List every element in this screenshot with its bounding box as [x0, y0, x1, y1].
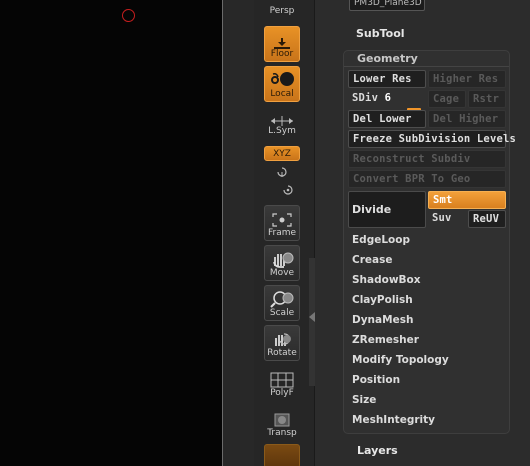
divide-button[interactable]: Divide	[348, 191, 426, 228]
transp-button[interactable]: Transp	[264, 408, 300, 440]
scale-icon	[270, 291, 294, 308]
local-icon	[271, 72, 294, 86]
subpalette-dynamesh[interactable]: DynaMesh	[348, 312, 506, 330]
tool-name-field[interactable]: PM3D_Plane3D	[349, 0, 425, 11]
local-button[interactable]: Local	[264, 66, 300, 102]
xyz-button[interactable]: XYZ	[264, 146, 300, 161]
freeze-subdiv-button[interactable]: Freeze SubDivision Levels	[348, 130, 516, 148]
rotate-y-icon[interactable]	[276, 166, 288, 178]
floor-label: Floor	[270, 49, 294, 59]
rotate-label: Rotate	[267, 348, 297, 358]
rotate-z-icon[interactable]	[282, 184, 294, 196]
transp-label: Transp	[267, 428, 297, 438]
move-label: Move	[269, 268, 295, 278]
geometry-subpalette: Geometry Lower Res Higher Res SDiv 6 Cag…	[343, 50, 516, 434]
lsym-label: L.Sym	[268, 126, 296, 136]
subpalette-zremesher[interactable]: ZRemesher	[348, 332, 506, 350]
layers-header[interactable]: Layers	[357, 444, 398, 457]
scale-label: Scale	[269, 308, 295, 318]
canvas-margin	[223, 0, 254, 466]
lower-res-button[interactable]: Lower Res	[348, 70, 426, 88]
geometry-divider	[344, 66, 509, 67]
subtool-header[interactable]: SubTool	[356, 27, 405, 40]
frame-button[interactable]: Frame	[264, 205, 300, 241]
reconstruct-subdiv-button[interactable]: Reconstruct Subdiv	[348, 150, 506, 168]
tool-palette: PM3D_Plane3D SubTool Geometry Lower Res …	[315, 0, 530, 466]
sdiv-label: SDiv	[352, 92, 379, 104]
frame-icon	[272, 213, 292, 227]
solo-button[interactable]	[264, 444, 300, 466]
subpalette-claypolish[interactable]: ClayPolish	[348, 292, 506, 310]
rstr-button[interactable]: Rstr	[468, 90, 506, 108]
frame-label: Frame	[267, 228, 297, 238]
sdiv-slider[interactable]: SDiv 6	[348, 90, 426, 108]
polyf-button[interactable]: PolyF	[264, 368, 300, 400]
cage-button[interactable]: Cage	[428, 90, 466, 108]
persp-label: Persp	[269, 6, 295, 16]
polyf-label: PolyF	[270, 388, 294, 398]
higher-res-button[interactable]: Higher Res	[428, 70, 506, 88]
local-label: Local	[270, 89, 294, 99]
xyz-label: XYZ	[273, 148, 291, 159]
floor-button[interactable]: Floor	[264, 26, 300, 62]
sdiv-value: 6	[384, 92, 392, 104]
subpalette-crease[interactable]: Crease	[348, 252, 506, 270]
transp-icon	[274, 413, 290, 427]
move-icon	[273, 252, 294, 268]
subpalette-size[interactable]: Size	[348, 392, 506, 410]
viewport-canvas[interactable]	[0, 0, 222, 466]
subpalette-meshintegrity[interactable]: MeshIntegrity	[348, 412, 506, 430]
subpalette-modify-topology[interactable]: Modify Topology	[348, 352, 506, 370]
lsym-button[interactable]: L.Sym	[264, 112, 300, 138]
del-higher-button[interactable]: Del Higher	[428, 110, 506, 128]
persp-button[interactable]: Persp	[264, 0, 300, 18]
smt-toggle[interactable]: Smt	[428, 191, 506, 209]
reuv-button[interactable]: ReUV	[468, 210, 506, 228]
polyf-icon	[270, 372, 294, 388]
subpalette-edgeloop[interactable]: EdgeLoop	[348, 232, 506, 250]
right-shelf: Persp Floor Local L.Sym XYZ Frame Move S…	[254, 0, 314, 466]
del-lower-button[interactable]: Del Lower	[348, 110, 426, 128]
subpalette-shadowbox[interactable]: ShadowBox	[348, 272, 506, 290]
rotate-icon	[275, 333, 291, 346]
floor-icon	[274, 38, 290, 49]
lsym-icon	[271, 116, 293, 126]
rotate-button[interactable]: Rotate	[264, 325, 300, 361]
scale-button[interactable]: Scale	[264, 285, 300, 321]
subpalette-position[interactable]: Position	[348, 372, 506, 390]
convert-bpr-button[interactable]: Convert BPR To Geo	[348, 170, 506, 188]
suv-toggle[interactable]: Suv	[428, 210, 466, 228]
geometry-header[interactable]: Geometry	[357, 52, 418, 65]
move-button[interactable]: Move	[264, 245, 300, 281]
brush-cursor-icon	[122, 9, 135, 22]
